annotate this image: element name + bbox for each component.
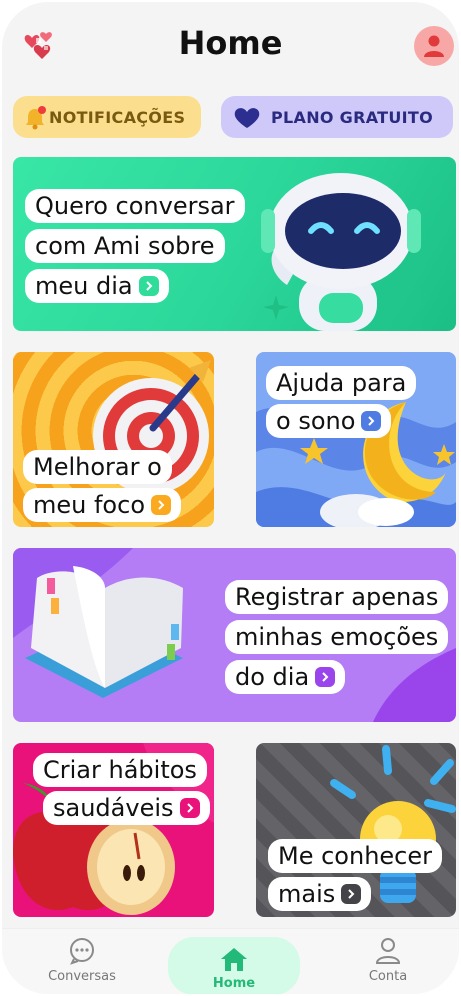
home-icon bbox=[221, 947, 247, 971]
notifications-button[interactable]: NOTIFICAÇÕES bbox=[13, 96, 201, 138]
notifications-label: NOTIFICAÇÕES bbox=[49, 107, 186, 127]
card-label-line: Quero conversar bbox=[25, 189, 245, 223]
header: Home bbox=[2, 2, 459, 92]
card-label-line: Criar hábitos bbox=[33, 753, 207, 787]
user-outline-icon bbox=[375, 937, 401, 964]
card-label-text: meu foco bbox=[33, 491, 145, 519]
card-label-line: Me conhecer bbox=[268, 839, 442, 873]
talk-with-ami-card[interactable]: Quero conversar com Ami sobre meu dia bbox=[13, 157, 456, 331]
card-label-line: o sono bbox=[266, 404, 392, 438]
chevron-right-icon bbox=[151, 495, 171, 515]
card-label-line: Melhorar o bbox=[23, 450, 172, 484]
app-screen: Home NOTIFICAÇÕES PLANO GRATUITO Quero c… bbox=[2, 2, 459, 994]
card-label-line: saudáveis bbox=[43, 791, 210, 825]
card-label-line: Ajuda para bbox=[266, 366, 417, 400]
chevron-right-icon bbox=[179, 798, 200, 818]
card-label-text: saudáveis bbox=[53, 794, 174, 822]
card-label-text: do dia bbox=[235, 663, 310, 691]
card-label-line: meu dia bbox=[25, 269, 169, 303]
chevron-right-icon bbox=[361, 411, 382, 431]
sleep-help-card[interactable]: Ajuda para o sono bbox=[256, 352, 456, 527]
heart-icon bbox=[234, 108, 260, 128]
card-label-line: Registrar apenas bbox=[225, 580, 449, 614]
card-label-line: do dia bbox=[225, 660, 346, 694]
healthy-habits-card[interactable]: Criar hábitos saudáveis bbox=[13, 743, 214, 917]
chat-bubble-icon bbox=[70, 937, 94, 965]
chevron-right-icon bbox=[138, 276, 159, 296]
robot-illustration bbox=[261, 173, 421, 331]
nav-label: Conta bbox=[368, 968, 408, 984]
card-label-line: mais bbox=[268, 877, 372, 911]
page-title: Home bbox=[178, 24, 283, 62]
nav-item-conversas[interactable]: Conversas bbox=[32, 929, 132, 991]
card-label-line: meu foco bbox=[23, 488, 181, 522]
bell-icon bbox=[26, 106, 46, 130]
nav-label: Conversas bbox=[48, 968, 116, 984]
profile-avatar-button[interactable] bbox=[414, 26, 454, 66]
improve-focus-card[interactable]: Melhorar o meu foco bbox=[13, 352, 214, 527]
chevron-right-icon bbox=[315, 667, 336, 687]
user-icon bbox=[424, 35, 444, 57]
card-label-line: com Ami sobre bbox=[25, 229, 225, 263]
bottom-navigation: Conversas Home Conta bbox=[2, 928, 459, 994]
free-plan-label: PLANO GRATUITO bbox=[271, 107, 434, 127]
self-knowledge-card[interactable]: Me conhecer mais bbox=[256, 743, 456, 917]
card-label-text: o sono bbox=[276, 407, 356, 435]
free-plan-button[interactable]: PLANO GRATUITO bbox=[221, 96, 453, 138]
card-label-text: mais bbox=[278, 880, 336, 908]
card-label-line: minhas emoções bbox=[225, 620, 449, 654]
register-emotions-card[interactable]: Registrar apenas minhas emoções do dia bbox=[13, 548, 456, 722]
card-label-text: meu dia bbox=[35, 272, 133, 300]
nav-item-home[interactable]: Home bbox=[184, 937, 284, 994]
nav-label: Home bbox=[212, 975, 256, 991]
nav-item-conta[interactable]: Conta bbox=[338, 929, 438, 991]
chevron-right-icon bbox=[341, 884, 362, 904]
